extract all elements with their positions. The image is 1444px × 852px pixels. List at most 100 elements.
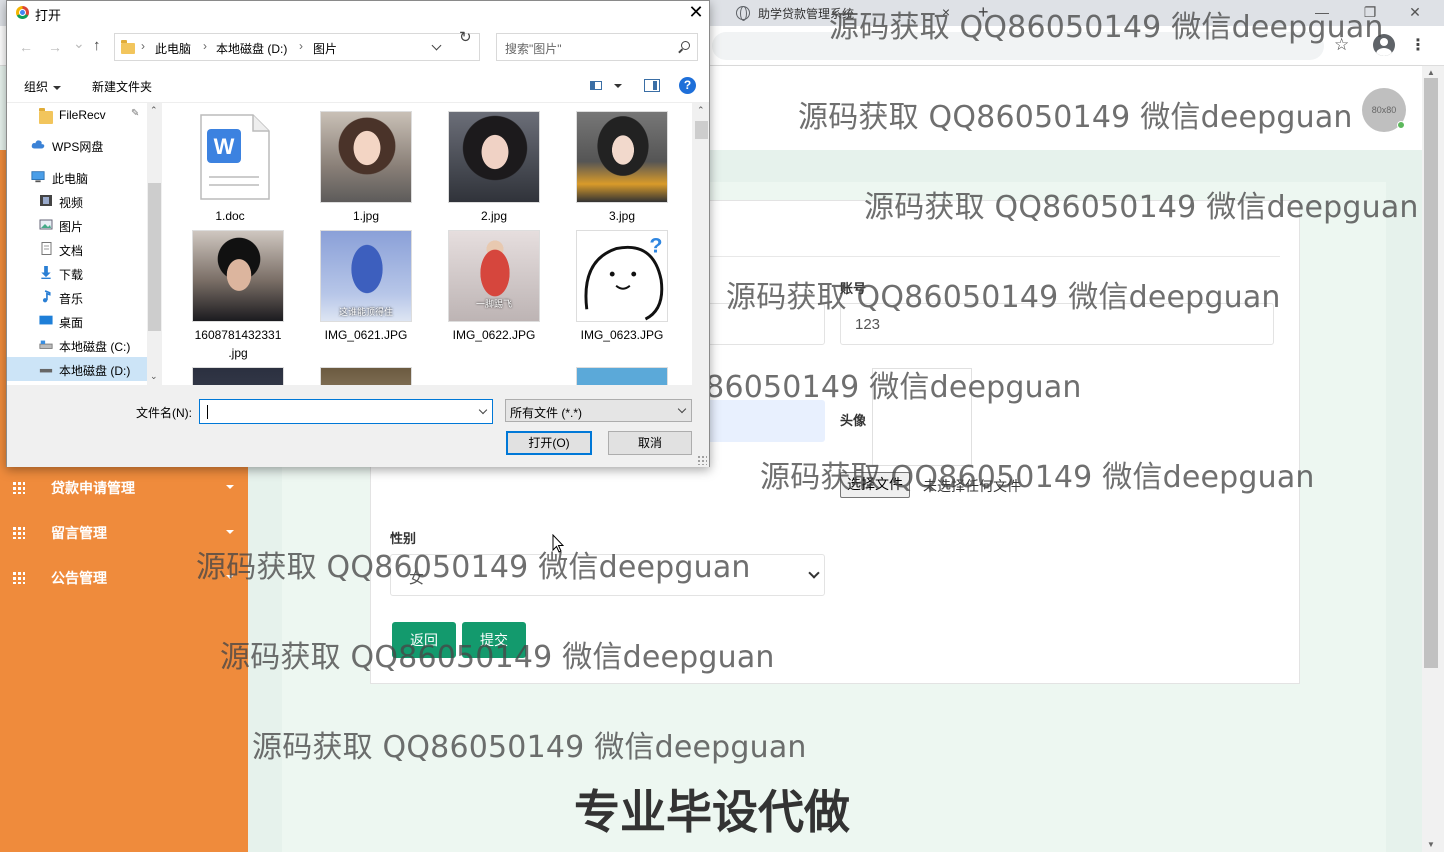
photo-thumbnail[interactable] xyxy=(320,367,412,385)
nav-item-wps[interactable]: WPS网盘 xyxy=(7,133,147,157)
nav-item-downloads[interactable]: 下载 xyxy=(7,261,147,285)
resize-grip-icon[interactable] xyxy=(697,455,707,465)
organize-button[interactable]: 组织 xyxy=(24,78,62,95)
nav-item-label: 桌面 xyxy=(59,316,84,330)
dialog-title-bar[interactable]: 打开 ✕ xyxy=(7,1,709,25)
banner-text: 专业毕设代做 xyxy=(574,785,850,839)
video-icon xyxy=(40,195,52,206)
photo-thumbnail xyxy=(576,111,668,203)
browser-tab[interactable]: 助学贷款管理系统 × xyxy=(726,0,958,26)
nav-item-pictures[interactable]: 图片 xyxy=(7,213,147,237)
profile-icon[interactable] xyxy=(1373,34,1395,56)
scroll-down-arrow-icon[interactable]: ▼ xyxy=(1427,840,1435,849)
nav-item-documents[interactable]: 文档 xyxy=(7,237,147,261)
navigation-pane: FileRecv ✎ WPS网盘 此电脑 视频 图片 文档 下载 音乐 桌面 本… xyxy=(7,103,147,385)
forward-arrow-icon[interactable]: → xyxy=(48,39,62,55)
sidebar-item-announcements[interactable]: 公告管理 xyxy=(0,558,248,598)
omnibox[interactable] xyxy=(712,32,1324,60)
minimize-button[interactable]: — xyxy=(1300,0,1344,26)
nav-item-videos[interactable]: 视频 xyxy=(7,189,147,213)
folder-icon xyxy=(121,40,135,54)
left-field-input[interactable] xyxy=(700,303,825,345)
caret-down-icon xyxy=(226,485,234,489)
photo-thumbnail[interactable] xyxy=(448,367,540,385)
nav-item-filerecv[interactable]: FileRecv ✎ xyxy=(7,103,147,127)
up-arrow-icon[interactable]: ↑ xyxy=(93,37,101,54)
breadcrumb-separator-icon: › xyxy=(203,39,207,53)
file-name: IMG_0623.JPG xyxy=(580,328,664,342)
dialog-close-button[interactable]: ✕ xyxy=(683,1,709,25)
caret-down-icon[interactable] xyxy=(614,84,622,88)
drive-icon xyxy=(39,340,53,349)
scroll-up-arrow-icon[interactable]: ⌃ xyxy=(150,105,158,116)
search-icon xyxy=(681,41,690,50)
sidebar-item-messages[interactable]: 留言管理 xyxy=(0,513,248,553)
nav-item-label: 下载 xyxy=(59,268,84,282)
bookmark-star-icon[interactable]: ☆ xyxy=(1334,35,1349,55)
dialog-title: 打开 xyxy=(35,8,62,23)
photo-thumbnail[interactable] xyxy=(576,367,668,385)
photo-thumbnail[interactable] xyxy=(192,367,284,385)
navigation-pane-scrollbar[interactable]: ⌃ ⌄ xyxy=(147,103,162,385)
help-icon[interactable]: ? xyxy=(679,77,696,94)
online-status-dot xyxy=(1397,121,1405,129)
scroll-thumb[interactable] xyxy=(1424,78,1438,668)
nav-item-music[interactable]: 音乐 xyxy=(7,285,147,309)
mouse-cursor-icon xyxy=(552,534,564,553)
nav-item-desktop[interactable]: 桌面 xyxy=(7,309,147,333)
submit-button[interactable]: 提交 xyxy=(462,622,526,658)
scroll-up-arrow-icon[interactable]: ⌃ xyxy=(697,105,705,116)
nav-item-drive-c[interactable]: 本地磁盘 (C:) xyxy=(7,333,147,357)
filename-input[interactable] xyxy=(199,399,493,424)
chevron-down-icon[interactable] xyxy=(431,40,442,51)
breadcrumb[interactable]: › 此电脑 › 本地磁盘 (D:) › 图片 xyxy=(114,33,480,61)
view-options-icon[interactable] xyxy=(590,81,602,90)
window-close-button[interactable]: ✕ xyxy=(1393,0,1437,26)
sidebar-item-loan-application[interactable]: 贷款申请管理 xyxy=(0,468,248,508)
account-input[interactable]: 123 xyxy=(840,303,1274,345)
svg-text:W: W xyxy=(214,134,235,159)
file-list-scrollbar[interactable]: ⌃ xyxy=(694,103,709,385)
scroll-up-arrow-icon[interactable]: ▲ xyxy=(1427,68,1435,77)
browser-menu-icon[interactable]: ⋮ xyxy=(1410,35,1426,55)
preview-pane-icon[interactable] xyxy=(644,79,660,92)
breadcrumb-item[interactable]: 此电脑 xyxy=(155,40,191,57)
nav-item-label: 本地磁盘 (D:) xyxy=(59,364,131,378)
breadcrumb-separator-icon: › xyxy=(141,39,145,53)
gender-select[interactable]: 女 xyxy=(390,554,825,596)
drive-icon xyxy=(39,368,53,373)
nav-item-label: 音乐 xyxy=(59,292,84,306)
filetype-value: 所有文件 (*.*) xyxy=(510,406,583,420)
new-tab-button[interactable]: + xyxy=(978,2,989,23)
scroll-thumb[interactable] xyxy=(695,121,708,139)
open-button[interactable]: 打开(O) xyxy=(506,431,592,455)
filetype-select[interactable]: 所有文件 (*.*) xyxy=(505,399,692,422)
nav-item-this-pc[interactable]: 此电脑 xyxy=(7,165,147,189)
scroll-thumb[interactable] xyxy=(148,183,161,331)
avatar-label: 头像 xyxy=(840,413,867,428)
computer-icon xyxy=(31,171,45,183)
page-scrollbar[interactable]: ▲ ▼ xyxy=(1422,66,1444,852)
nav-item-label: 视频 xyxy=(59,196,84,210)
tab-close-icon[interactable]: × xyxy=(942,4,950,20)
chevron-down-icon xyxy=(808,567,820,579)
new-folder-button[interactable]: 新建文件夹 xyxy=(92,78,152,95)
nav-item-drive-d[interactable]: 本地磁盘 (D:) xyxy=(7,357,147,381)
breadcrumb-item[interactable]: 本地磁盘 (D:) xyxy=(216,40,287,57)
choose-file-button[interactable]: 选择文件 xyxy=(840,472,910,498)
autofilled-input[interactable] xyxy=(700,400,825,442)
recent-locations-icon[interactable]: ⌄ xyxy=(73,35,85,52)
document-icon xyxy=(41,242,52,255)
restore-button[interactable]: ❐ xyxy=(1348,0,1392,26)
pin-icon[interactable]: ✎ xyxy=(131,108,139,119)
search-input[interactable]: 搜索"图片" xyxy=(496,33,698,61)
chevron-down-icon[interactable] xyxy=(478,405,488,415)
sidebar-item-label: 公告管理 xyxy=(51,570,107,586)
back-arrow-icon[interactable]: ← xyxy=(19,39,33,55)
breadcrumb-item[interactable]: 图片 xyxy=(313,40,337,57)
refresh-icon[interactable]: ↻ xyxy=(459,28,472,46)
back-button[interactable]: 返回 xyxy=(392,622,456,658)
scroll-down-arrow-icon[interactable]: ⌄ xyxy=(150,371,158,382)
cancel-button[interactable]: 取消 xyxy=(608,431,692,455)
sticker-thumbnail: ? xyxy=(576,230,668,322)
